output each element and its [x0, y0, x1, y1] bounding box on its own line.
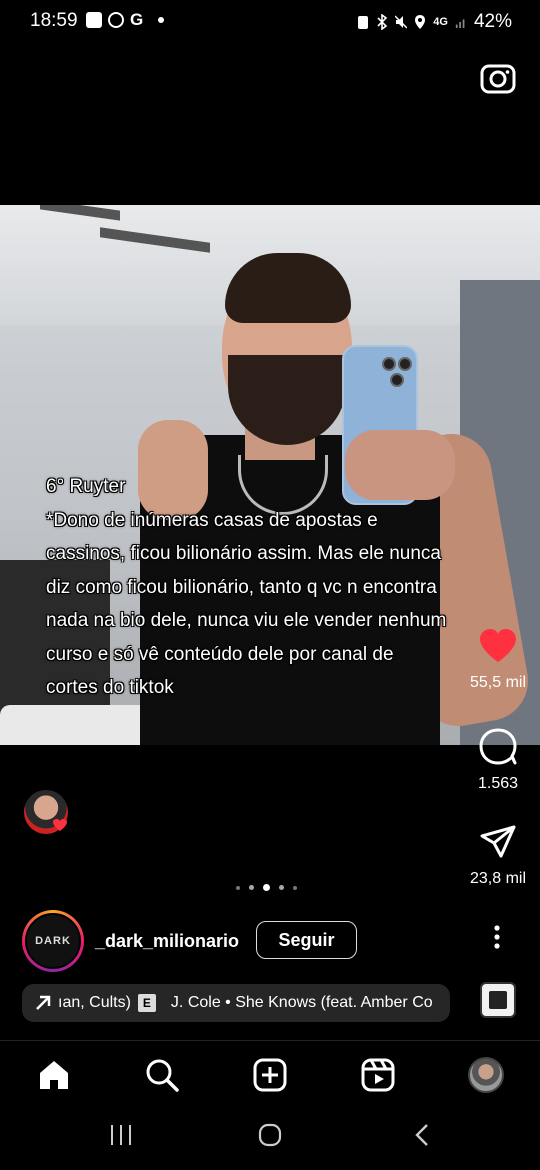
- create-icon[interactable]: [252, 1057, 288, 1093]
- like-button[interactable]: 55,5 mil: [458, 628, 538, 692]
- page-dot-active: [263, 884, 270, 891]
- lock-icon: [358, 16, 369, 29]
- notification-icons: G: [86, 10, 164, 29]
- caption-line: diz como ficou bilionário, tanto q vc n …: [46, 576, 437, 598]
- home-icon[interactable]: [36, 1057, 72, 1093]
- more-notifications-icon: [158, 17, 164, 23]
- battery-level: 42%: [473, 11, 512, 32]
- signal-icon: [455, 19, 465, 28]
- bluetooth-icon: [377, 14, 388, 30]
- bottom-nav: [0, 1040, 540, 1110]
- gallery-icon: [86, 12, 102, 28]
- phone-lens: [390, 373, 404, 387]
- follow-button[interactable]: Seguir: [256, 921, 357, 959]
- audio-info[interactable]: ıan, Cults) E J. Cole • She Knows (feat.…: [22, 984, 450, 1022]
- page-dot: [236, 885, 240, 890]
- system-nav-bar: [0, 1110, 540, 1170]
- page-dot: [293, 885, 297, 890]
- album-art-image: [489, 991, 507, 1009]
- reel-caption: 6° Ruyter *Dono de inúmeras casas de apo…: [46, 470, 516, 705]
- username[interactable]: _dark_milionario: [95, 931, 239, 952]
- share-count: 23,8 mil: [469, 870, 527, 887]
- status-right: 4G 42%: [357, 11, 512, 33]
- music-artists: ıan, Cults): [58, 994, 131, 1011]
- phone-lens: [398, 357, 412, 371]
- profile-avatar[interactable]: [468, 1057, 504, 1093]
- caption-line: nada na bio dele, nunca viu ele vender n…: [46, 610, 447, 631]
- home-circle-icon[interactable]: [257, 1122, 283, 1148]
- page-dot: [279, 885, 284, 890]
- page-dot: [249, 885, 254, 890]
- album-art[interactable]: [480, 982, 516, 1018]
- music-title: J. Cole • She Knows (feat. Amber Co: [170, 994, 433, 1011]
- share-icon: [480, 825, 516, 858]
- caption-line: 6° Ruyter: [46, 476, 126, 497]
- explicit-badge: E: [137, 994, 156, 1012]
- account-avatar-image: DARK: [25, 913, 81, 969]
- caption-line: *Dono de inúmeras casas de apostas e: [46, 509, 378, 531]
- mute-icon: [395, 15, 408, 29]
- phone-lens: [382, 357, 396, 371]
- heart-icon: [480, 629, 516, 662]
- status-time: 18:59: [30, 10, 78, 31]
- whatsapp-icon: [108, 12, 124, 28]
- trending-arrow-icon: [36, 995, 51, 1010]
- back-icon[interactable]: [410, 1122, 436, 1148]
- reels-icon[interactable]: [360, 1057, 396, 1093]
- comment-button[interactable]: 1.563: [458, 727, 538, 793]
- camera-icon[interactable]: [480, 60, 516, 96]
- search-icon[interactable]: [144, 1057, 180, 1093]
- caption-line: curso e só vê conteúdo dele por canal de: [46, 643, 394, 665]
- caption-line: cassinos, ficou bilionário assim. Mas el…: [46, 543, 441, 564]
- caption-line: cortes do tiktok: [46, 677, 174, 698]
- network-type: 4G: [433, 16, 448, 28]
- heart-icon: [53, 819, 67, 831]
- comment-count: 1.563: [477, 775, 519, 792]
- comment-icon: [479, 728, 517, 765]
- carousel-pagination: [236, 884, 297, 891]
- sofa: [0, 705, 150, 745]
- google-icon: G: [130, 10, 144, 29]
- like-count: 55,5 mil: [469, 674, 527, 691]
- location-icon: [415, 15, 426, 29]
- account-avatar[interactable]: DARK: [22, 910, 84, 972]
- share-button[interactable]: 23,8 mil: [458, 824, 538, 888]
- more-options-icon[interactable]: [492, 924, 502, 950]
- recents-icon[interactable]: [108, 1122, 134, 1148]
- status-bar: 18:59 G 4G 42%: [0, 0, 540, 44]
